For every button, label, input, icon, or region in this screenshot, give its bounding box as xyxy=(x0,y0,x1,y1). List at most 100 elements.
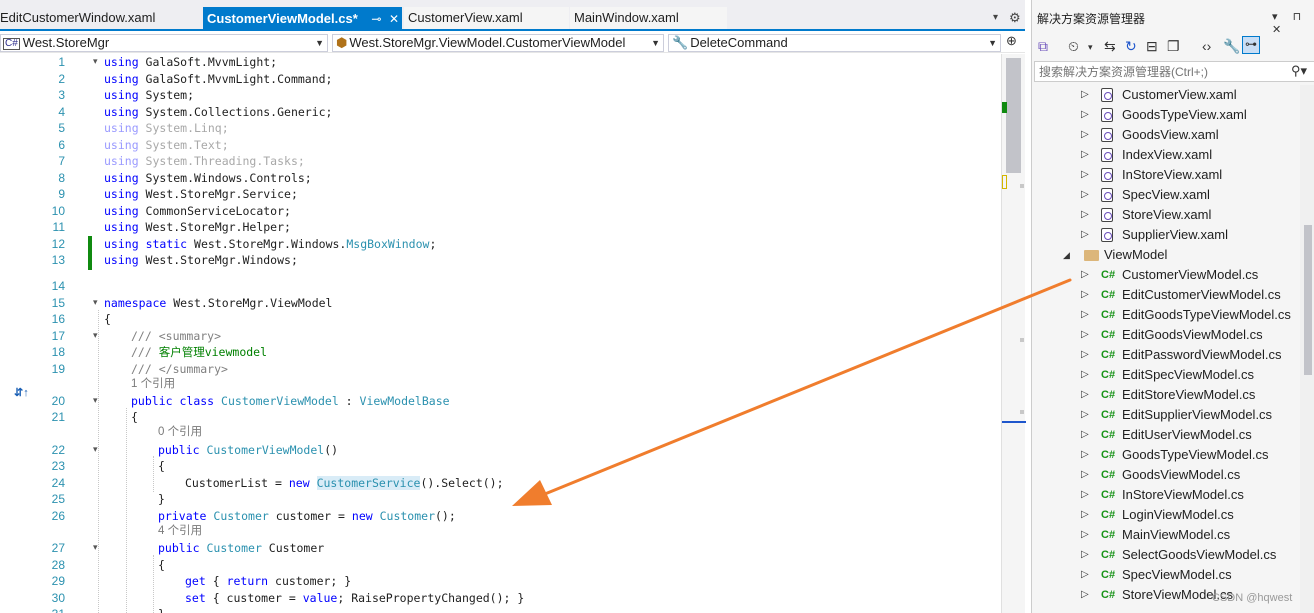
tree-file-item[interactable]: ▷ C# EditSupplierViewModel.cs xyxy=(1032,405,1300,425)
switch-views-icon[interactable]: ⧉ xyxy=(1038,38,1048,55)
tree-file-item[interactable]: ▷ CustomerView.xaml xyxy=(1032,85,1300,105)
tab-overflow-chevron-down-icon[interactable]: ▾ xyxy=(993,12,998,23)
search-icon[interactable]: ⚲▾ xyxy=(1291,63,1307,79)
expand-arrow-icon[interactable]: ▷ xyxy=(1081,145,1089,165)
search-input[interactable] xyxy=(1039,64,1279,80)
expand-arrow-icon[interactable]: ▷ xyxy=(1081,305,1089,325)
chevron-down-icon[interactable]: ▾ xyxy=(1088,42,1093,53)
properties-wrench-icon[interactable]: 🔧 xyxy=(1223,38,1240,55)
tree-file-item[interactable]: ▷ C# EditStoreViewModel.cs xyxy=(1032,385,1300,405)
tree-file-item[interactable]: ▷ C# EditGoodsViewModel.cs xyxy=(1032,325,1300,345)
collapse-all-icon[interactable]: ⊟ xyxy=(1146,38,1158,55)
tree-file-item[interactable]: ▷ IndexView.xaml xyxy=(1032,145,1300,165)
editor-vertical-scrollbar[interactable] xyxy=(1001,54,1026,613)
code-line: 13 using West.StoreMgr.Windows; xyxy=(51,253,298,267)
tree-file-item[interactable]: ▷ C# EditSpecViewModel.cs xyxy=(1032,365,1300,385)
expand-arrow-icon[interactable]: ▷ xyxy=(1081,445,1089,465)
scrollbar-thumb[interactable] xyxy=(1304,225,1312,375)
tab-label: CustomerView.xaml xyxy=(408,10,523,25)
tree-file-item[interactable]: ▷ C# SpecViewModel.cs xyxy=(1032,565,1300,585)
solution-tree[interactable]: ▷ CustomerView.xaml ▷ GoodsTypeView.xaml ▷ Go… xyxy=(1032,85,1300,613)
expand-arrow-icon[interactable]: ▷ xyxy=(1081,105,1089,125)
gear-icon[interactable]: ⚙ xyxy=(1009,10,1021,26)
tree-file-item[interactable]: ▷ InStoreView.xaml xyxy=(1032,165,1300,185)
tree-file-item[interactable]: ▷ C# MainViewModel.cs xyxy=(1032,525,1300,545)
tree-file-item[interactable]: ▷ SpecView.xaml xyxy=(1032,185,1300,205)
project-selector[interactable]: C# West.StoreMgr ▼ xyxy=(0,34,328,52)
tree-file-item[interactable]: ▷ GoodsView.xaml xyxy=(1032,125,1300,145)
code-line: 12 using static West.StoreMgr.Windows.Msg… xyxy=(51,236,437,251)
tree-file-item[interactable]: ▷ C# EditPasswordViewModel.cs xyxy=(1032,345,1300,365)
reference-count-hint[interactable]: 1 个引用 xyxy=(131,376,175,393)
member-selector[interactable]: 🔧 DeleteCommand ▼ xyxy=(668,34,1001,52)
tree-item-label: InStoreView.xaml xyxy=(1122,167,1223,182)
split-editor-icon[interactable]: ⊕ xyxy=(1006,33,1017,49)
expand-arrow-icon[interactable]: ▷ xyxy=(1081,225,1089,245)
tree-file-item[interactable]: ▷ SupplierView.xaml xyxy=(1032,225,1300,245)
tree-file-item[interactable]: ▷ C# CustomerViewModel.cs xyxy=(1032,265,1300,285)
code-editor[interactable]: EditCustomerWindow.xaml CustomerViewMode… xyxy=(0,0,1026,613)
expand-arrow-icon[interactable]: ▷ xyxy=(1081,565,1089,585)
sync-icon[interactable]: ⇆ xyxy=(1104,38,1116,55)
code-view-icon[interactable]: ‹› xyxy=(1202,38,1211,54)
refresh-icon[interactable]: ↻ xyxy=(1125,38,1137,55)
tree-file-item[interactable]: ▷ C# EditCustomerViewModel.cs xyxy=(1032,285,1300,305)
tree-file-item[interactable]: ▷ C# GoodsTypeViewModel.cs xyxy=(1032,445,1300,465)
expand-arrow-icon[interactable]: ▷ xyxy=(1081,285,1089,305)
tab-customer-view-model[interactable]: CustomerViewModel.cs* ⊸ ✕ xyxy=(203,7,402,31)
expand-arrow-icon[interactable]: ▷ xyxy=(1081,265,1089,285)
expand-arrow-icon[interactable]: ▷ xyxy=(1081,345,1089,365)
tree-file-item[interactable]: ▷ C# LoginViewModel.cs xyxy=(1032,505,1300,525)
class-selector[interactable]: ⬢ West.StoreMgr.ViewModel.CustomerViewMod… xyxy=(332,34,664,52)
expand-arrow-icon[interactable]: ▷ xyxy=(1081,405,1089,425)
expand-arrow-icon[interactable]: ▷ xyxy=(1081,365,1089,385)
pin-icon[interactable]: ⊸ xyxy=(369,7,383,31)
preview-selected-icon[interactable]: ⊶ xyxy=(1242,36,1260,54)
expand-arrow-icon[interactable]: ▷ xyxy=(1081,185,1089,205)
expand-arrow-icon[interactable]: ▷ xyxy=(1081,505,1089,525)
expand-arrow-icon[interactable]: ▷ xyxy=(1081,85,1089,105)
expand-arrow-icon[interactable]: ▷ xyxy=(1081,425,1089,445)
expand-arrow-icon[interactable]: ▷ xyxy=(1081,385,1089,405)
code-line: 21{ xyxy=(51,410,138,424)
tree-folder[interactable]: ◢ ViewModel xyxy=(1032,245,1300,265)
code-line: 19/// </summary> xyxy=(51,361,228,376)
tab-main-window[interactable]: MainWindow.xaml xyxy=(570,7,727,29)
explorer-vertical-scrollbar[interactable] xyxy=(1300,85,1314,613)
expanded-arrow-icon[interactable]: ◢ xyxy=(1063,245,1070,265)
tree-file-item[interactable]: ▷ C# EditGoodsTypeViewModel.cs xyxy=(1032,305,1300,325)
tree-file-item[interactable]: ▷ C# EditUserViewModel.cs xyxy=(1032,425,1300,445)
csharp-file-icon: C# xyxy=(1101,409,1116,421)
tree-file-item[interactable]: ▷ GoodsTypeView.xaml xyxy=(1032,105,1300,125)
expand-arrow-icon[interactable]: ▷ xyxy=(1081,465,1089,485)
explorer-search-box[interactable]: ⚲▾ xyxy=(1034,61,1314,82)
tree-file-item[interactable]: ▷ C# InStoreViewModel.cs xyxy=(1032,485,1300,505)
expand-arrow-icon[interactable]: ▷ xyxy=(1081,325,1089,345)
scrollbar-thumb[interactable] xyxy=(1006,58,1021,173)
expand-arrow-icon[interactable]: ▷ xyxy=(1081,205,1089,225)
code-line: 2 using GalaSoft.MvvmLight.Command; xyxy=(58,71,333,86)
document-tab-strip: EditCustomerWindow.xaml CustomerViewMode… xyxy=(0,0,1025,31)
navigation-bar: C# West.StoreMgr ▼ ⬢ West.StoreMgr.ViewMod… xyxy=(0,33,1025,53)
csharp-file-icon: C# xyxy=(1101,389,1116,401)
reference-count-hint[interactable]: 4 个引用 xyxy=(158,523,202,540)
expand-arrow-icon[interactable]: ▷ xyxy=(1081,125,1089,145)
tree-file-item[interactable]: ▷ StoreView.xaml xyxy=(1032,205,1300,225)
tree-file-item[interactable]: ▷ C# SelectGoodsViewModel.cs xyxy=(1032,545,1300,565)
xaml-file-icon xyxy=(1101,148,1113,162)
reference-count-hint[interactable]: 0 个引用 xyxy=(158,424,202,441)
expand-arrow-icon[interactable]: ▷ xyxy=(1081,585,1089,605)
expand-arrow-icon[interactable]: ▷ xyxy=(1081,485,1089,505)
code-area[interactable]: ⇵↑ 1 ▾ using GalaSoft.MvvmLight; 2 using Ga… xyxy=(0,54,1001,613)
expand-arrow-icon[interactable]: ▷ xyxy=(1081,165,1089,185)
history-icon[interactable]: ⏲ xyxy=(1068,38,1079,55)
expand-arrow-icon[interactable]: ▷ xyxy=(1081,545,1089,565)
tab-edit-customer-window[interactable]: EditCustomerWindow.xaml xyxy=(0,7,200,29)
close-icon[interactable]: ✕ xyxy=(387,7,401,31)
code-line: 28{ xyxy=(51,557,165,572)
csharp-file-icon: C# xyxy=(1101,269,1116,281)
expand-arrow-icon[interactable]: ▷ xyxy=(1081,525,1089,545)
show-all-files-icon[interactable]: ❐ xyxy=(1167,38,1180,55)
tab-customer-view[interactable]: CustomerView.xaml xyxy=(404,7,569,29)
tree-file-item[interactable]: ▷ C# GoodsViewModel.cs xyxy=(1032,465,1300,485)
